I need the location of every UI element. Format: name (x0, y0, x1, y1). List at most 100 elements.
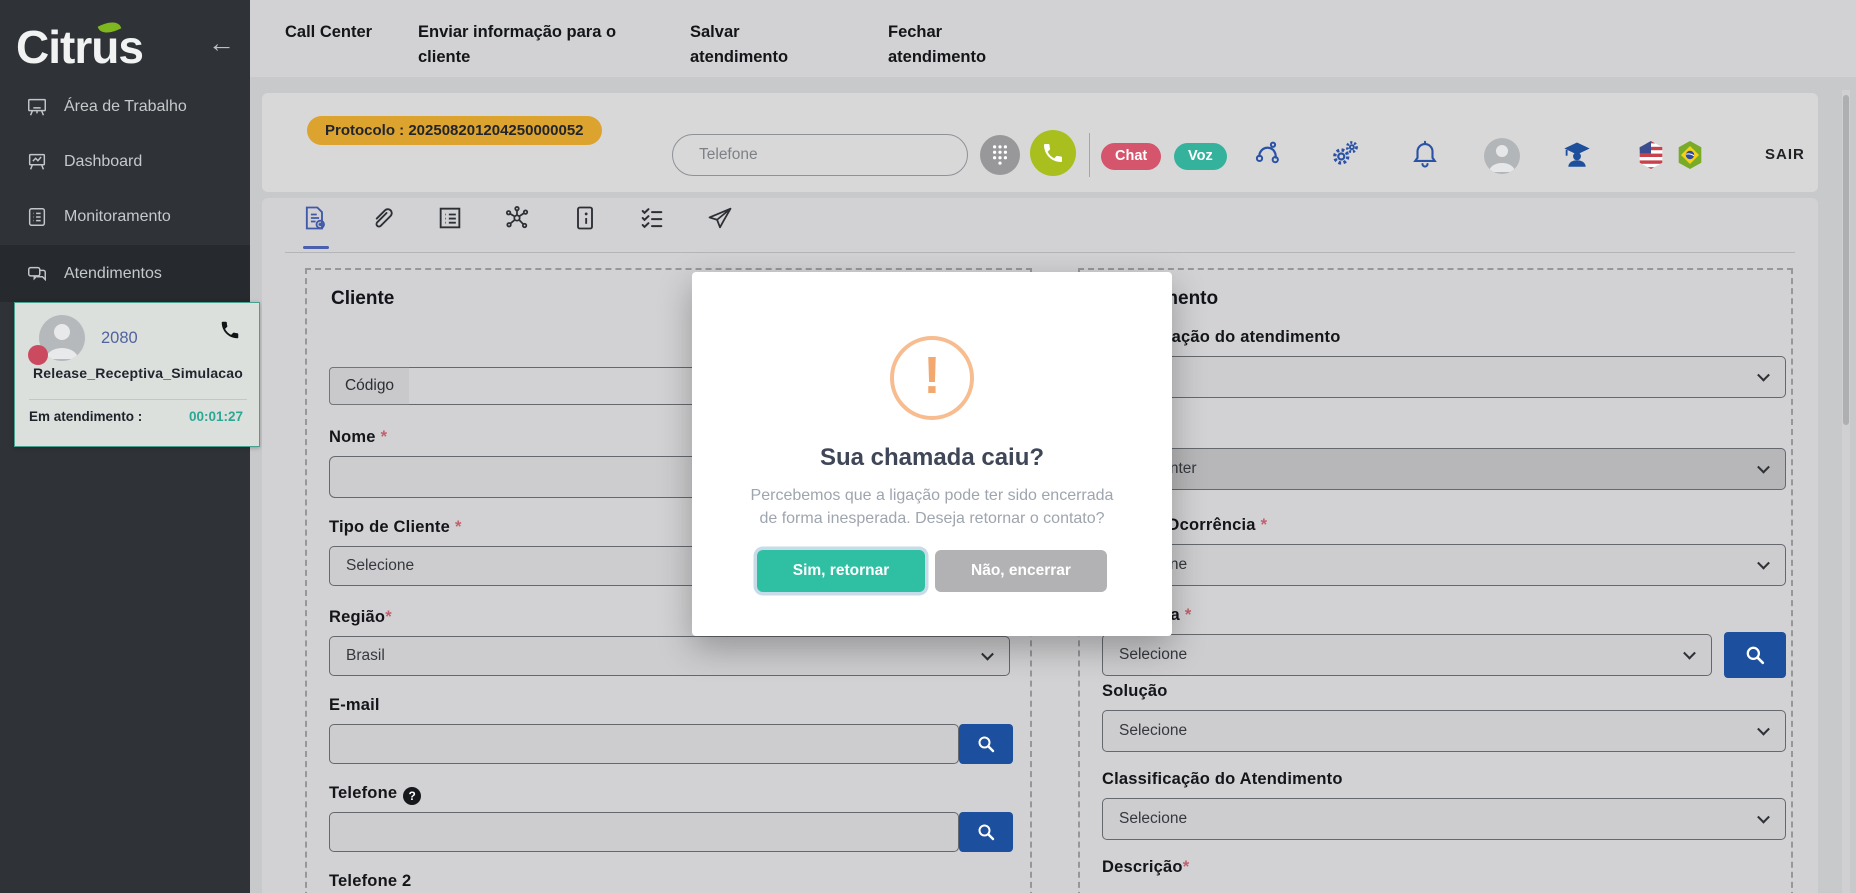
regiao-label: Região* (329, 608, 392, 627)
call-button[interactable] (1030, 130, 1076, 176)
notifications-bell-icon[interactable] (1410, 139, 1440, 169)
canal-select-disabled: Call Center (1102, 448, 1786, 490)
call-icon (1041, 141, 1065, 165)
menu-item-enviar-informacao[interactable]: Enviar informação para o cliente (418, 20, 633, 70)
protocol-badge: Protocolo : 202508201204250000052 (307, 116, 602, 145)
call-header-bar: Protocolo : 202508201204250000052 Chat V… (262, 93, 1818, 192)
training-graduate-icon[interactable] (1562, 139, 1592, 169)
tab-send-icon[interactable] (706, 204, 734, 232)
dialog-title: Sua chamada caiu? (692, 444, 1172, 472)
busy-status-dot (28, 345, 48, 365)
person-icon (1484, 138, 1520, 174)
settings-gears-icon[interactable] (1330, 139, 1360, 169)
dialpad-icon (991, 143, 1009, 167)
required-asterisk: * (385, 608, 392, 626)
card-divider (29, 399, 247, 400)
tipo-cliente-label: Tipo de Cliente* (329, 518, 462, 537)
search-icon (977, 823, 995, 841)
sidebar-item-area-de-trabalho[interactable]: Área de Trabalho (0, 80, 250, 134)
telefone-search-button[interactable] (959, 812, 1013, 852)
tab-list-icon[interactable] (436, 204, 464, 232)
codigo-prefix-label: Código (329, 367, 410, 405)
app-logo: Citrus ← (16, 20, 236, 84)
user-avatar[interactable] (1484, 138, 1520, 174)
sidebar-item-label: Monitoramento (64, 208, 171, 226)
chevron-down-icon (1757, 811, 1770, 824)
campaign-name: Release_Receptiva_Simulacao (15, 365, 261, 381)
required-asterisk: * (1261, 516, 1268, 534)
flag-br-icon[interactable] (1676, 140, 1704, 170)
tab-attachments-icon[interactable] (368, 204, 396, 232)
dialpad-button[interactable] (980, 135, 1020, 175)
app-window: Citrus ← Área de Trabalho Dashboard Moni… (0, 0, 1856, 893)
descricao-label: Descrição* (1102, 858, 1189, 877)
cancel-end-button[interactable]: Não, encerrar (935, 550, 1107, 592)
categoria-search-button[interactable] (1724, 632, 1786, 678)
chevron-down-icon (1683, 647, 1696, 660)
agent-extension: 2080 (101, 329, 138, 348)
section-title-cliente: Cliente (331, 288, 394, 310)
telefone-input[interactable] (329, 812, 959, 852)
call-dropped-dialog: ! Sua chamada caiu? Percebemos que a lig… (692, 272, 1172, 636)
call-status-label: Em atendimento : (29, 409, 142, 424)
chat-channel-badge[interactable]: Chat (1101, 143, 1161, 170)
required-asterisk: * (455, 518, 462, 536)
atendimento-section: Atendimento Classificação do atendimento… (1078, 268, 1793, 893)
categoria-select[interactable]: Selecione (1102, 634, 1712, 676)
telefone2-label: Telefone 2 (329, 872, 411, 891)
email-label: E-mail (329, 696, 380, 715)
sidebar-item-label: Dashboard (64, 153, 142, 171)
scrollbar-thumb[interactable] (1843, 95, 1849, 425)
tab-checklist-icon[interactable] (638, 204, 666, 232)
regiao-select[interactable]: Brasil (329, 636, 1010, 676)
phone-icon (219, 319, 241, 341)
chevron-down-icon (1757, 369, 1770, 382)
headset-icon[interactable] (1252, 139, 1282, 169)
chevron-down-icon (1757, 723, 1770, 736)
sidebar-item-monitoramento[interactable]: Monitoramento (0, 190, 250, 244)
dial-phone-input[interactable] (672, 134, 968, 176)
ocorrencia-select[interactable]: Selecione (1102, 544, 1786, 586)
dashboard-icon (26, 151, 48, 173)
sidebar: Citrus ← Área de Trabalho Dashboard Moni… (0, 0, 250, 893)
menu-item-fechar-atendimento[interactable]: Fechar atendimento (888, 20, 1028, 70)
sidebar-item-label: Atendimentos (64, 265, 162, 283)
tab-info-book-icon[interactable] (571, 204, 599, 232)
required-asterisk: * (1185, 606, 1192, 624)
help-icon[interactable]: ? (403, 787, 421, 805)
tab-new-record-icon[interactable] (301, 204, 329, 232)
nome-label: Nome* (329, 428, 387, 447)
sidebar-item-label: Área de Trabalho (64, 98, 187, 116)
required-asterisk: * (1183, 858, 1190, 876)
search-icon (1745, 645, 1765, 665)
logout-button[interactable]: SAIR (1765, 146, 1805, 163)
chevron-down-icon (1757, 557, 1770, 570)
warning-icon: ! (890, 336, 974, 420)
required-asterisk: * (381, 428, 388, 446)
scrollbar[interactable] (1842, 90, 1850, 893)
menu-item-call-center[interactable]: Call Center (285, 20, 375, 45)
confirm-return-button[interactable]: Sim, retornar (757, 550, 925, 592)
sidebar-item-atendimentos[interactable]: Atendimentos (0, 245, 250, 302)
agent-call-card[interactable]: 2080 Release_Receptiva_Simulacao Em aten… (14, 302, 260, 447)
email-input[interactable] (329, 724, 959, 764)
tab-network-icon[interactable] (503, 204, 531, 232)
toolbar-divider (285, 252, 1795, 253)
active-tab-underline (303, 246, 329, 249)
dialog-message: Percebemos que a ligação pode ter sido e… (712, 484, 1152, 530)
menu-item-salvar-atendimento[interactable]: Salvar atendimento (690, 20, 830, 70)
separator (1089, 133, 1090, 177)
flag-us-icon[interactable] (1637, 140, 1665, 170)
monitoring-icon (26, 206, 48, 228)
solucao-label: Solução (1102, 682, 1168, 701)
call-timer: 00:01:27 (189, 409, 243, 424)
chevron-down-icon (981, 648, 994, 661)
chats-icon (26, 263, 48, 285)
email-search-button[interactable] (959, 724, 1013, 764)
voice-channel-badge[interactable]: Voz (1174, 143, 1227, 170)
sidebar-item-dashboard[interactable]: Dashboard (0, 135, 250, 189)
solucao-select[interactable]: Selecione (1102, 710, 1786, 752)
collapse-sidebar-icon[interactable]: ← (208, 28, 235, 59)
classificacao-select[interactable]: Selecione (1102, 798, 1786, 840)
classificacao-atendimento-select[interactable] (1102, 356, 1786, 398)
